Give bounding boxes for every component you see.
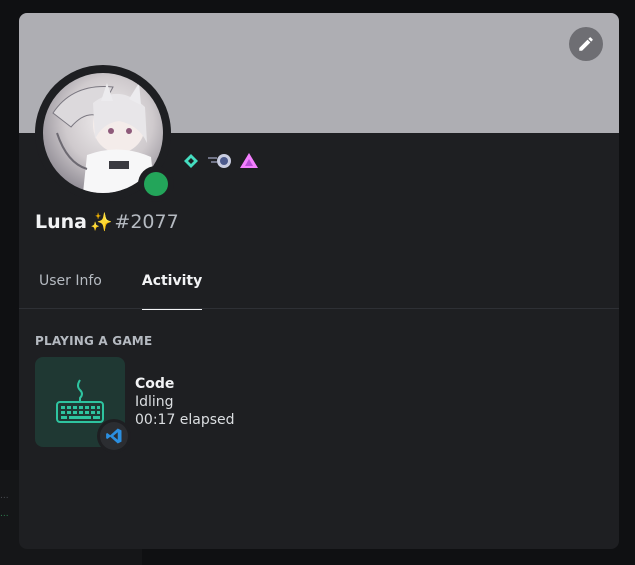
username-row: Luna ✨ #2077 — [35, 209, 179, 235]
vscode-icon — [106, 428, 122, 444]
profile-badges — [181, 151, 259, 171]
online-status-icon — [144, 172, 168, 196]
activity-elapsed: 00:17 elapsed — [135, 412, 235, 428]
username[interactable]: Luna — [35, 211, 87, 233]
activity-state: Idling — [135, 394, 174, 410]
edit-profile-button[interactable] — [569, 27, 603, 61]
tab-user-info[interactable]: User Info — [39, 269, 102, 309]
hypesquad-balance-icon[interactable] — [181, 151, 201, 171]
activity-section-header: PLAYING A GAME — [35, 334, 153, 348]
activity-small-image — [97, 419, 131, 453]
keyboard-icon — [56, 379, 104, 423]
avatar-container[interactable] — [35, 65, 174, 202]
status-indicator — [138, 166, 174, 202]
activity-name: Code — [135, 376, 175, 392]
pencil-icon — [579, 37, 593, 51]
activity-details: Code Idling 00:17 elapsed — [135, 375, 235, 429]
sparkle-emoji: ✨ — [89, 211, 113, 233]
discriminator[interactable]: #2077 — [114, 211, 178, 233]
boost-pink-icon[interactable] — [239, 151, 259, 171]
tab-activity[interactable]: Activity — [141, 269, 203, 310]
profile-tabs: User Info Activity — [39, 269, 242, 310]
background-text: ... ... — [0, 491, 9, 519]
user-profile-modal: Luna ✨ #2077 User Info Activity PLAYING … — [19, 13, 619, 549]
tabs-divider — [19, 308, 619, 309]
nitro-orb-icon[interactable] — [207, 151, 233, 171]
